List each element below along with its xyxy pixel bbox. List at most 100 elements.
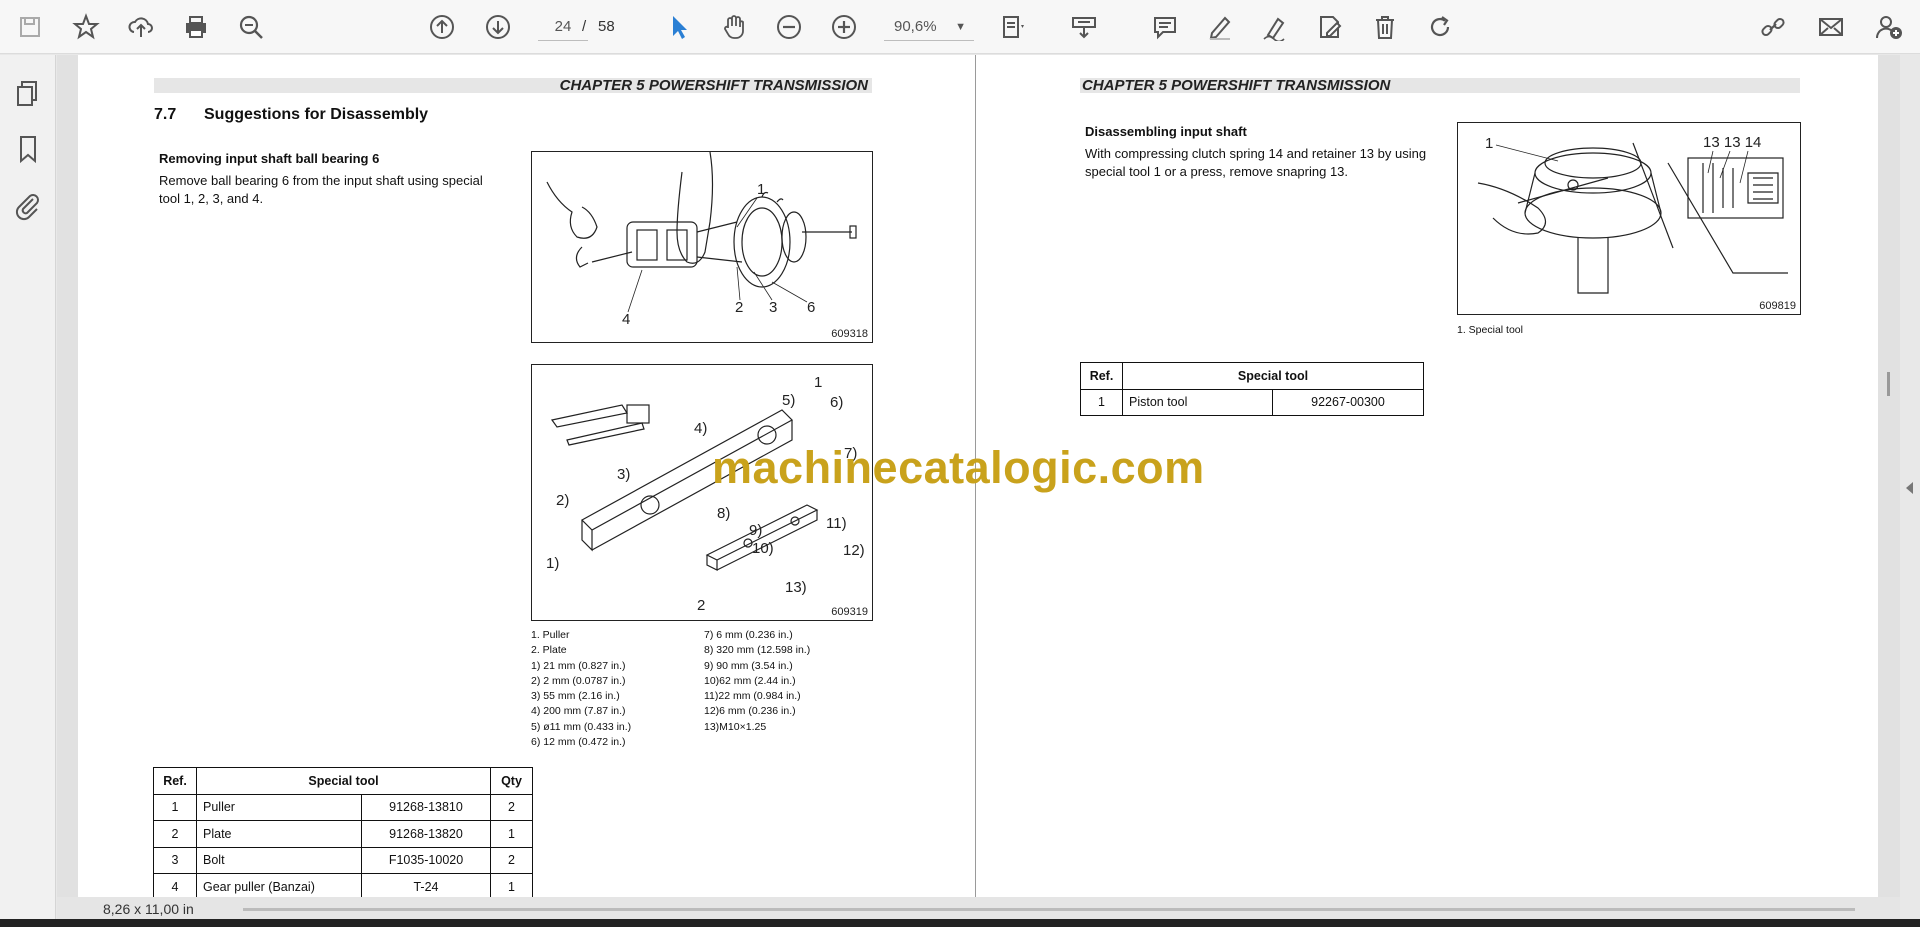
save-icon[interactable]	[14, 11, 46, 43]
scan-icon[interactable]	[1068, 11, 1100, 43]
fig2-label-3: 3)	[617, 466, 630, 483]
table-header: Special tool	[196, 767, 491, 795]
collapse-right-arrow-icon[interactable]	[1906, 482, 1913, 494]
left-subheading: Removing input shaft ball bearing 6	[159, 151, 380, 166]
fig2-label-5: 5)	[782, 392, 795, 409]
page-separator: /	[582, 18, 587, 35]
table-cell: F1035-10020	[361, 846, 491, 874]
delete-icon[interactable]	[1369, 11, 1401, 43]
vertical-scrollbar-thumb[interactable]	[1887, 372, 1890, 396]
main-toolbar: 24 / 58 90,6% ▼	[0, 0, 1920, 54]
rotate-icon[interactable]	[1424, 11, 1456, 43]
attachments-icon[interactable]	[12, 189, 44, 221]
legend-item: 9) 90 mm (3.54 in.)	[704, 659, 793, 672]
print-icon[interactable]	[180, 11, 212, 43]
legend-item: 1. Puller	[531, 629, 570, 641]
left-sidebar	[0, 55, 69, 927]
page-number-input[interactable]: 24	[538, 13, 588, 41]
hand-icon[interactable]	[718, 11, 750, 43]
legend-item: 13)M10×1.25	[704, 720, 767, 733]
left-chapter-header: CHAPTER 5 POWERSHIFT TRANSMISSION	[154, 78, 872, 93]
fig3-label-1: 1	[1485, 135, 1493, 152]
legend-item: 2) 2 mm (0.0787 in.)	[531, 674, 626, 687]
page-thumbnails-icon[interactable]	[12, 77, 44, 109]
legend-item: 12)6 mm (0.236 in.)	[704, 705, 796, 718]
page-down-icon[interactable]	[482, 11, 514, 43]
bookmarks-icon[interactable]	[12, 133, 44, 165]
legend-item: 11)22 mm (0.984 in.)	[704, 690, 801, 703]
right-special-tool-table: Ref. Special tool 1 Piston tool 92267-00…	[1080, 362, 1424, 416]
figure-id: 609319	[831, 606, 868, 618]
table-cell: 1	[153, 793, 197, 821]
comment-icon[interactable]	[1149, 11, 1181, 43]
horizontal-scrollbar[interactable]	[243, 908, 1855, 911]
highlight-pen-icon[interactable]	[1204, 11, 1236, 43]
table-header: Special tool	[1122, 362, 1424, 390]
window-bottom-edge	[0, 919, 1920, 927]
sign-icon[interactable]	[1259, 11, 1291, 43]
bookmark-star-icon[interactable]	[70, 11, 102, 43]
table-row: 1 Puller 91268-13810 2	[153, 793, 533, 821]
page-up-icon[interactable]	[426, 11, 458, 43]
edit-pdf-icon[interactable]	[1314, 11, 1346, 43]
legend-item: 2. Plate	[531, 644, 567, 657]
add-user-icon[interactable]	[1873, 11, 1905, 43]
figure-id: 609819	[1759, 300, 1796, 312]
table-header: Ref.	[1080, 362, 1123, 390]
watermark: machinecatalogic.com	[712, 442, 1205, 493]
right-body-line-2: special tool 1 or a press, remove snapri…	[1085, 164, 1349, 179]
legend-item: 7) 6 mm (0.236 in.)	[704, 629, 793, 641]
table-cell: 2	[490, 846, 533, 874]
fit-page-icon[interactable]	[997, 11, 1029, 43]
zoom-out-icon[interactable]	[773, 11, 805, 43]
fig1-label-6: 6	[807, 299, 815, 316]
legend-item: 4) 200 mm (7.87 in.)	[531, 705, 626, 718]
email-icon[interactable]	[1815, 11, 1847, 43]
fig2-label-1b: 1)	[546, 555, 559, 572]
share-link-icon[interactable]	[1757, 11, 1789, 43]
table-cell: 92267-00300	[1272, 388, 1424, 416]
left-body-line-2: tool 1, 2, 3, and 4.	[159, 191, 264, 206]
fig2-label-11: 11)	[826, 515, 847, 532]
fig2-label-13: 13)	[785, 579, 807, 596]
table-cell: 2	[153, 820, 197, 848]
zoom-value: 90,6%	[894, 18, 937, 35]
left-body-line-1: Remove ball bearing 6 from the input sha…	[159, 173, 483, 188]
section-title: 7.7 Suggestions for Disassembly	[154, 106, 428, 124]
legend-item: 3) 55 mm (2.16 in.)	[531, 690, 620, 703]
right-body-line-1: With compressing clutch spring 14 and re…	[1085, 146, 1427, 161]
table-row: 1 Piston tool 92267-00300	[1080, 388, 1424, 416]
fig2-label-1: 1	[814, 374, 822, 391]
figure-legend-col2: 7) 6 mm (0.236 in.) 8) 320 mm (12.598 in…	[704, 628, 810, 735]
legend-item: 5) ø11 mm (0.433 in.)	[531, 720, 632, 733]
total-pages: 58	[598, 18, 615, 35]
fig2-label-9: 9)	[749, 522, 762, 539]
zoom-in-icon[interactable]	[828, 11, 860, 43]
left-body-text: Remove ball bearing 6 from the input sha…	[159, 172, 499, 208]
figure-input-shaft: 1 13 13 14 609819	[1457, 122, 1801, 315]
table-row: 3 Bolt F1035-10020 2	[153, 846, 533, 874]
fig2-label-2: 2)	[556, 492, 569, 509]
right-figure-caption: 1. Special tool	[1457, 324, 1523, 336]
table-cell: 91268-13810	[361, 793, 491, 821]
right-body-text: With compressing clutch spring 14 and re…	[1085, 145, 1445, 181]
zoom-search-icon[interactable]	[235, 11, 267, 43]
table-cell: Piston tool	[1122, 388, 1273, 416]
fig2-label-10: 10)	[752, 540, 774, 557]
table-header: Qty	[490, 767, 533, 795]
legend-item: 8) 320 mm (12.598 in.)	[704, 644, 811, 657]
select-cursor-icon[interactable]	[663, 11, 695, 43]
zoom-select[interactable]: 90,6% ▼	[884, 13, 974, 41]
section-number: 7.7	[154, 106, 177, 123]
table-cell: 3	[153, 846, 197, 874]
fig2-label-6: 6)	[830, 394, 843, 411]
upload-cloud-icon[interactable]	[125, 11, 157, 43]
table-cell: Bolt	[196, 846, 362, 874]
chevron-down-icon: ▼	[955, 21, 966, 33]
fig2-label-8: 8)	[717, 505, 730, 522]
figure-legend-col1: 1. Puller 2. Plate 1) 21 mm (0.827 in.) …	[531, 628, 631, 750]
table-cell: 91268-13820	[361, 820, 491, 848]
fig1-label-1: 1	[757, 181, 765, 198]
figure-id: 609318	[831, 328, 868, 340]
legend-item: 10)62 mm (2.44 in.)	[704, 674, 796, 687]
